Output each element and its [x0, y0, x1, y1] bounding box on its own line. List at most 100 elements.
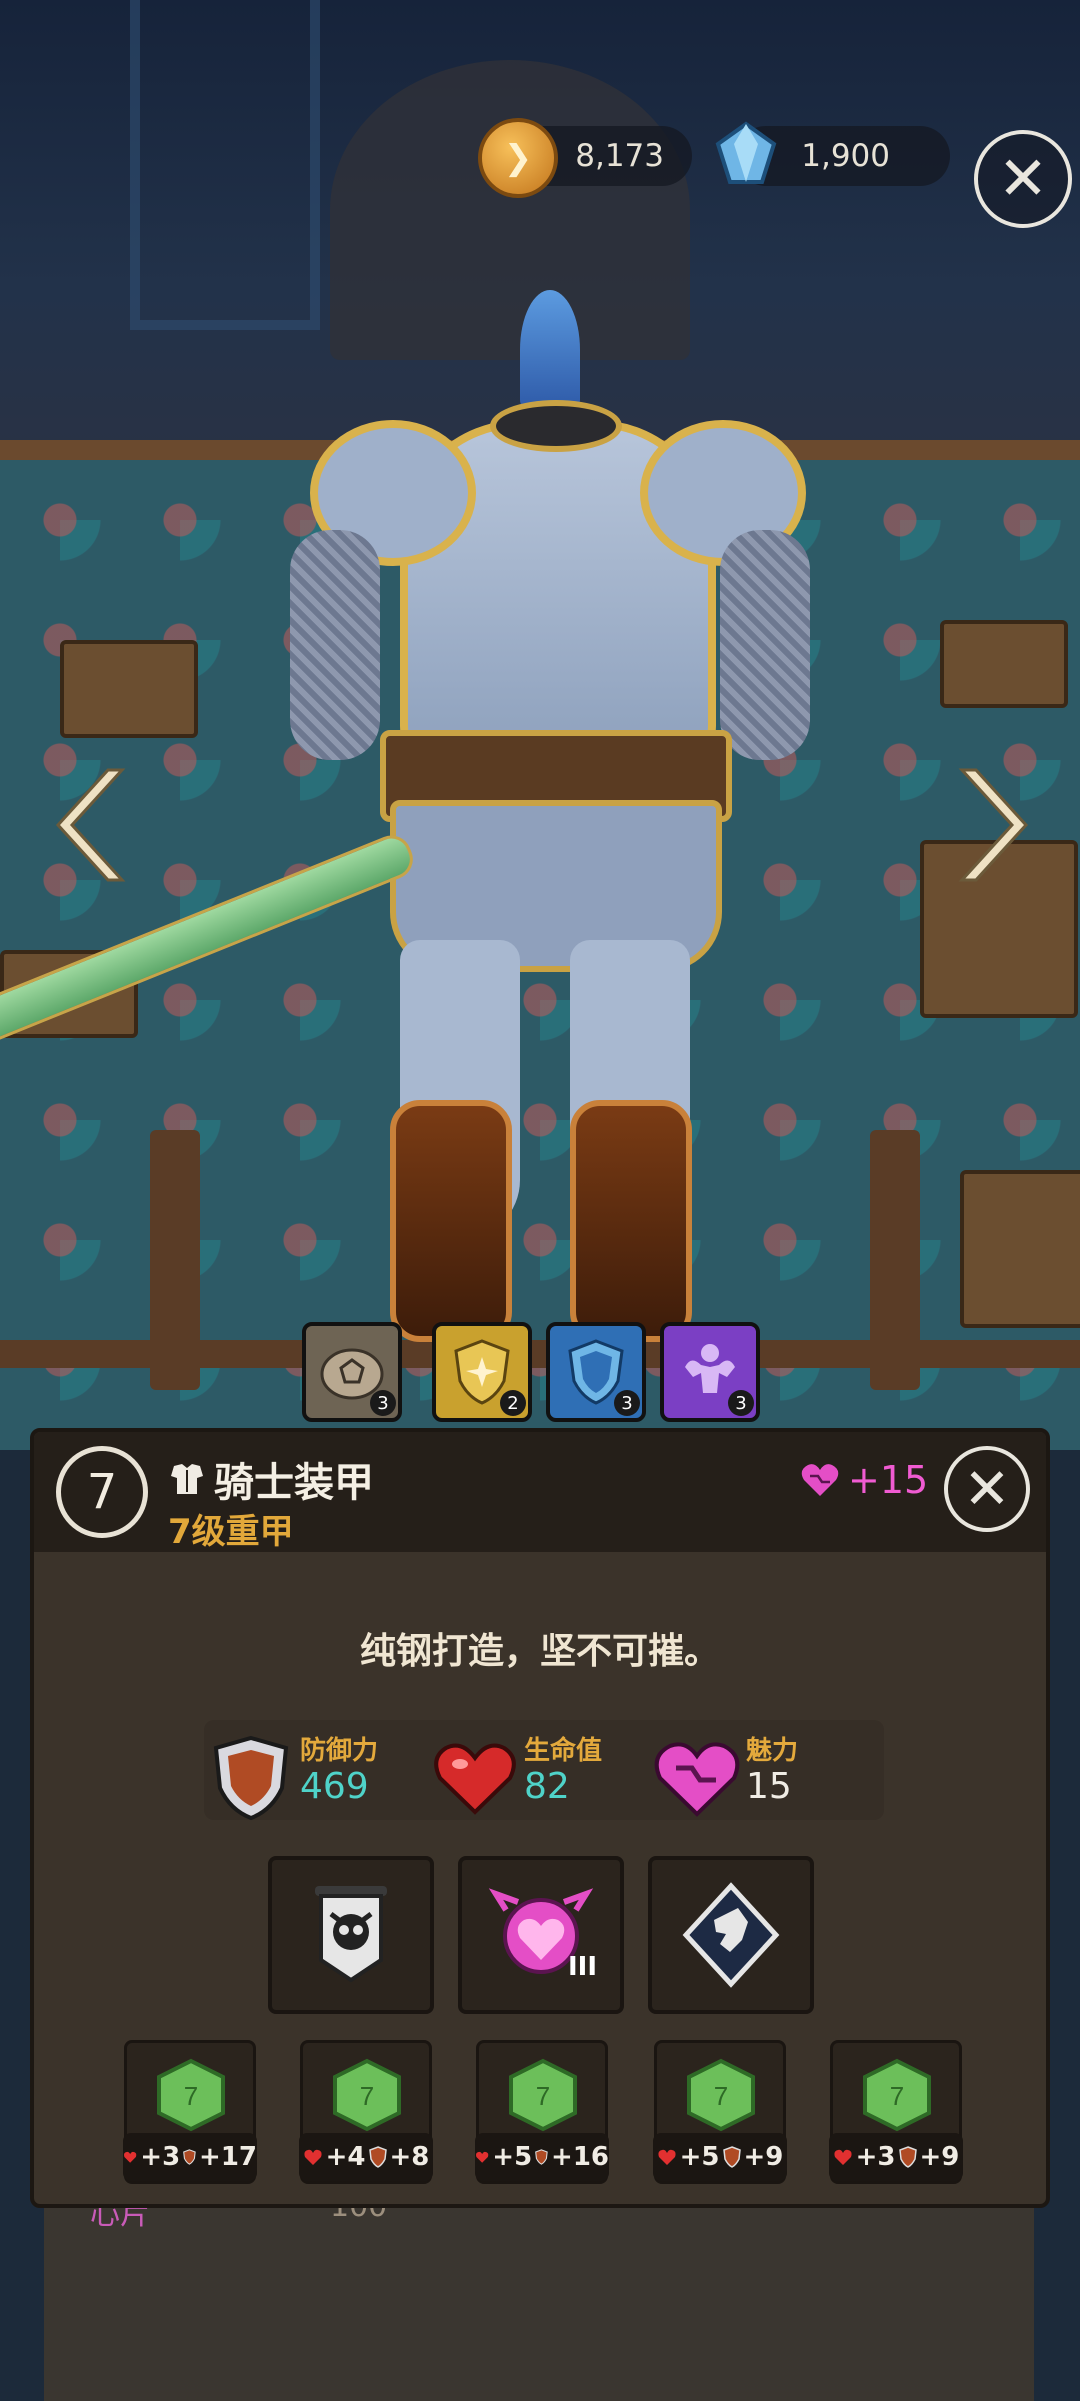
skill-tier-label: III — [568, 1952, 598, 1982]
set-bonus-count: 2 — [500, 1390, 526, 1416]
shield-icon — [535, 2149, 548, 2165]
green-gem-icon: 7 — [687, 2058, 755, 2132]
set-bonus-turtle[interactable]: 3 — [302, 1322, 402, 1422]
next-item-arrow[interactable] — [952, 765, 1032, 885]
item-detail-panel: 7 骑士装甲 7级重甲 +15 ✕ 纯钢打造，坚不可摧。 防御力 469 生命值… — [30, 1428, 1050, 2208]
close-button[interactable]: ✕ — [974, 130, 1072, 228]
panel-header: 7 骑士装甲 7级重甲 +15 ✕ — [34, 1432, 1046, 1552]
set-bonus-muscle[interactable]: 3 — [660, 1322, 760, 1422]
skill-slot-2[interactable]: III — [458, 1856, 624, 2014]
gem-level: 7 — [714, 2081, 728, 2111]
character-scene — [0, 0, 1080, 1450]
stat-value: 82 — [524, 1766, 570, 1807]
stat-value: 15 — [746, 1766, 792, 1807]
stat-label: 魅力 — [746, 1736, 799, 1766]
heart-icon — [476, 2151, 489, 2163]
gem-level: 7 — [890, 2081, 904, 2111]
shield-icon — [183, 2149, 196, 2165]
chevron-left-icon — [55, 768, 126, 882]
shelf-left — [60, 640, 198, 738]
armor-type-icon — [171, 1464, 203, 1494]
gem-def-bonus: +9 — [919, 2142, 960, 2172]
heart-icon — [658, 2149, 676, 2165]
gold-amount: 8,173 — [575, 138, 664, 174]
item-level-badge: 7 — [56, 1446, 148, 1538]
skull-banner-icon — [315, 1886, 387, 1983]
gem-hp-bonus: +5 — [492, 2142, 533, 2172]
set-bonus-blue-shield[interactable]: 3 — [546, 1322, 646, 1422]
gem-slot-4[interactable]: 7 +5 +9 — [653, 2040, 787, 2184]
gem-level: 7 — [360, 2081, 374, 2111]
stat-health: 生命值 82 — [430, 1726, 640, 1816]
chevron-right-icon — [958, 768, 1029, 882]
gem-slot-5[interactable]: 7 +3 +9 — [829, 2040, 963, 2184]
green-gem-icon: 7 — [333, 2058, 401, 2132]
heart-icon — [834, 2149, 852, 2165]
gem-amount: 1,900 — [801, 138, 890, 174]
background-machine — [330, 60, 690, 360]
stat-bar: 防御力 469 生命值 82 魅力 15 — [204, 1720, 884, 1821]
gem-hp-bonus: +5 — [679, 2142, 720, 2172]
skill-slot-1[interactable] — [268, 1856, 434, 2014]
charm-heart-icon — [801, 1464, 839, 1496]
armor-boot-left — [390, 1100, 512, 1342]
gold-coin-icon: ❯ — [478, 118, 558, 198]
green-gem-icon: 7 — [157, 2058, 225, 2132]
previous-item-arrow[interactable] — [52, 765, 132, 885]
heart-icon — [434, 1743, 516, 1815]
item-level: 7 — [86, 1464, 118, 1520]
stat-value: 469 — [300, 1766, 369, 1807]
gem-level: 7 — [536, 2081, 550, 2111]
table-right — [960, 1170, 1080, 1328]
gem-stats: +5 +9 — [653, 2133, 787, 2181]
scaffold-tower — [130, 0, 320, 330]
set-bonus-count: 3 — [728, 1390, 754, 1416]
gem-slot-2[interactable]: 7 +4 +8 — [299, 2040, 433, 2184]
gem-slot-3[interactable]: 7 +5 +16 — [475, 2040, 609, 2184]
set-bonus-count: 3 — [370, 1390, 396, 1416]
close-icon: ✕ — [963, 1456, 1011, 1522]
item-name: 骑士装甲 — [214, 1460, 374, 1506]
stat-label: 防御力 — [300, 1736, 379, 1766]
stat-charm: 魅力 15 — [652, 1726, 862, 1817]
heart-icon — [124, 2151, 137, 2163]
wolf-emblem-icon — [682, 1882, 780, 1988]
item-type-label: 7级重甲 — [168, 1512, 294, 1552]
gem-hp-bonus: +3 — [855, 2142, 896, 2172]
stat-label: 生命值 — [524, 1736, 603, 1766]
heart-icon — [304, 2149, 322, 2165]
item-description: 纯钢打造，坚不可摧。 — [359, 1631, 720, 1672]
diamond-icon — [710, 118, 782, 190]
close-icon: ✕ — [997, 144, 1049, 214]
shield-icon — [368, 2146, 387, 2168]
gem-def-bonus: +8 — [389, 2142, 430, 2172]
armor-arm-left — [290, 530, 380, 760]
green-gem-icon: 7 — [863, 2058, 931, 2132]
charm-bonus-value: +15 — [848, 1458, 929, 1502]
set-bonus-count: 3 — [614, 1390, 640, 1416]
set-bonus-gold-shield[interactable]: 2 — [432, 1322, 532, 1422]
gem-stats: +3 +9 — [829, 2133, 963, 2181]
armor-arm-right — [720, 530, 810, 760]
close-panel-button[interactable]: ✕ — [944, 1446, 1030, 1532]
gem-def-bonus: +16 — [551, 2142, 609, 2172]
gem-hp-bonus: +3 — [140, 2142, 181, 2172]
gem-stats: +3 +17 — [123, 2133, 257, 2181]
armor-neck — [490, 400, 622, 452]
helmet-crest — [520, 290, 580, 410]
gem-def-bonus: +17 — [199, 2142, 257, 2172]
armor-boot-right — [570, 1100, 692, 1342]
gem-level: 7 — [184, 2081, 198, 2111]
shield-icon — [722, 2146, 741, 2168]
gem-stats: +4 +8 — [299, 2133, 433, 2181]
skill-slot-3[interactable] — [648, 1856, 814, 2014]
stat-defense: 防御力 469 — [206, 1726, 416, 1821]
green-gem-icon: 7 — [509, 2058, 577, 2132]
gem-stats: +5 +16 — [475, 2133, 609, 2181]
gem-slot-1[interactable]: 7 +3 +17 — [123, 2040, 257, 2184]
shield-icon — [898, 2146, 917, 2168]
gem-def-bonus: +9 — [743, 2142, 784, 2172]
crate-right — [940, 620, 1068, 708]
charm-heart-icon — [654, 1742, 740, 1817]
charm-bonus: +15 — [800, 1452, 928, 1508]
